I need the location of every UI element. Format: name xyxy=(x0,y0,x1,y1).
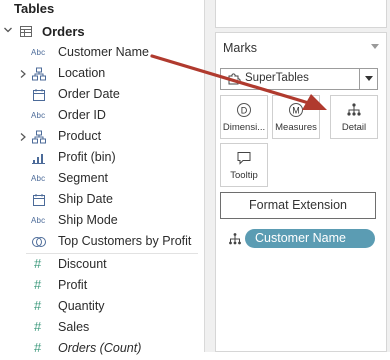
filters-card xyxy=(215,0,387,28)
chevron-down-icon xyxy=(365,76,373,81)
card-label: Measures xyxy=(275,122,317,133)
detail-icon xyxy=(229,233,241,245)
string-type-icon: Abc xyxy=(31,48,46,57)
format-extension-label: Format Extension xyxy=(249,198,347,212)
detail-icon xyxy=(347,103,361,116)
field-location[interactable]: Location xyxy=(0,64,204,85)
field-label: Location xyxy=(58,66,106,80)
detail-card[interactable]: Detail xyxy=(330,95,378,139)
field-label: Discount xyxy=(58,257,107,271)
card-label: Tooltip xyxy=(230,170,258,181)
number-type-icon: # xyxy=(34,298,42,313)
calendar-icon xyxy=(33,89,45,101)
measure-icon: M xyxy=(289,103,303,117)
customer-name-pill[interactable]: Customer Name xyxy=(245,229,375,248)
marks-title: Marks xyxy=(223,41,258,55)
datasource-orders[interactable]: Orders xyxy=(0,22,204,42)
field-label: Orders (Count) xyxy=(58,341,142,355)
field-customer-name[interactable]: Abc Customer Name xyxy=(0,43,204,64)
number-type-icon: # xyxy=(34,277,42,292)
field-orders-count[interactable]: # Orders (Count) xyxy=(0,339,204,360)
bin-icon xyxy=(32,154,45,164)
field-profit[interactable]: # Profit xyxy=(0,276,204,297)
field-profit-bin[interactable]: Profit (bin) xyxy=(0,148,204,169)
card-label: Detail xyxy=(341,122,367,133)
table-icon xyxy=(20,26,32,37)
card-label: Dimensi... xyxy=(222,122,266,133)
shelves-pane: Marks SuperTables D Dimensi... M Measure… xyxy=(205,0,390,352)
format-extension-button[interactable]: Format Extension xyxy=(220,192,376,219)
field-top-customers-set[interactable]: Top Customers by Profit xyxy=(0,232,204,253)
field-label: Product xyxy=(58,129,102,143)
dimension-icon: D xyxy=(237,103,251,117)
string-type-icon: Abc xyxy=(31,174,46,183)
tooltip-card[interactable]: Tooltip xyxy=(220,143,268,187)
field-label: Top Customers by Profit xyxy=(58,234,192,248)
measures-card[interactable]: M Measures xyxy=(272,95,320,139)
string-type-icon: Abc xyxy=(31,216,46,225)
dimension-measure-divider xyxy=(26,253,198,254)
number-type-icon: # xyxy=(34,256,42,271)
hierarchy-icon xyxy=(32,130,46,144)
puzzle-piece-icon xyxy=(228,73,241,85)
measure-icon-letter: M xyxy=(292,106,300,116)
field-label: Segment xyxy=(58,171,109,185)
mark-type-value: SuperTables xyxy=(245,72,309,84)
field-label: Profit xyxy=(58,278,88,292)
field-label: Order ID xyxy=(58,108,106,122)
field-order-id[interactable]: Abc Order ID xyxy=(0,106,204,127)
field-quantity[interactable]: # Quantity xyxy=(0,297,204,318)
calendar-icon xyxy=(33,194,45,206)
number-type-icon: # xyxy=(34,340,42,355)
hierarchy-icon xyxy=(32,67,46,81)
marks-card: Marks SuperTables D Dimensi... M Measure… xyxy=(215,32,387,352)
chevron-right-icon[interactable] xyxy=(19,132,27,142)
field-label: Quantity xyxy=(58,299,105,313)
card-menu-caret-icon[interactable] xyxy=(371,44,379,49)
dropdown-button[interactable] xyxy=(359,69,378,89)
field-label: Customer Name xyxy=(58,45,149,59)
data-pane: Tables Orders Abc Customer Name Location xyxy=(0,0,204,355)
string-type-icon: Abc xyxy=(31,111,46,120)
field-label: Order Date xyxy=(58,87,120,101)
field-sales[interactable]: # Sales xyxy=(0,318,204,339)
field-discount[interactable]: # Discount xyxy=(0,255,204,276)
chevron-right-icon[interactable] xyxy=(19,69,27,79)
field-segment[interactable]: Abc Segment xyxy=(0,169,204,190)
pill-label: Customer Name xyxy=(255,231,346,245)
set-icon xyxy=(32,237,46,247)
mark-type-dropdown[interactable]: SuperTables xyxy=(220,68,378,90)
number-type-icon: # xyxy=(34,319,42,334)
dimensions-card[interactable]: D Dimensi... xyxy=(220,95,268,139)
field-label: Ship Date xyxy=(58,192,113,206)
field-label: Sales xyxy=(58,320,90,334)
field-order-date[interactable]: Order Date xyxy=(0,85,204,106)
datasource-name: Orders xyxy=(42,24,85,39)
field-product[interactable]: Product xyxy=(0,127,204,148)
tables-heading: Tables xyxy=(14,1,55,16)
chevron-down-icon[interactable] xyxy=(3,25,13,35)
field-label: Profit (bin) xyxy=(58,150,116,164)
field-ship-mode[interactable]: Abc Ship Mode xyxy=(0,211,204,232)
tooltip-icon xyxy=(237,152,251,165)
dimension-icon-letter: D xyxy=(241,106,248,116)
field-ship-date[interactable]: Ship Date xyxy=(0,190,204,211)
field-label: Ship Mode xyxy=(58,213,118,227)
